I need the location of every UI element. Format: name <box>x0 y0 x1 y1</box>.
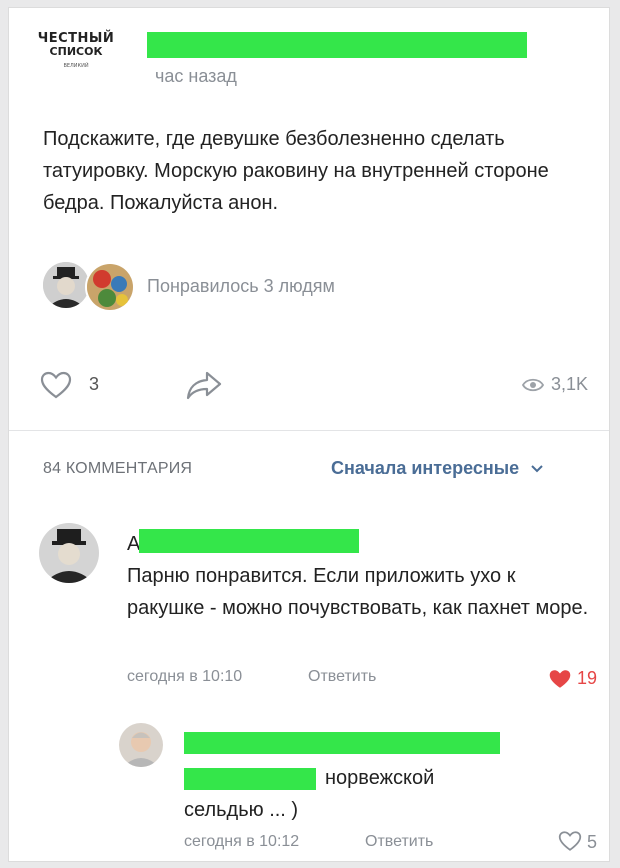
reply-button[interactable]: Ответить <box>308 668 376 686</box>
logo-line1: ЧЕСТНЫЙ <box>37 31 115 46</box>
comment-time[interactable]: сегодня в 10:12 <box>184 833 299 851</box>
sort-label: Сначала интересные <box>331 458 520 478</box>
comment-like-count: 19 <box>577 668 598 688</box>
comment-time[interactable]: сегодня в 10:10 <box>127 668 242 686</box>
chevron-down-icon <box>531 465 543 473</box>
redacted-author-name <box>147 32 527 58</box>
post-time: час назад <box>155 66 237 86</box>
views-count: 3,1K <box>551 374 589 394</box>
liker-avatar-2[interactable] <box>85 262 135 312</box>
colorful-avatar-icon <box>87 264 133 310</box>
liker-avatar-1[interactable] <box>43 262 89 308</box>
comment-text: норвежской <box>325 767 435 789</box>
eye-icon <box>521 376 545 399</box>
logo-line2: СПИСОК <box>49 45 103 58</box>
post-text: Подскажите, где девушке безболезненно сд… <box>43 128 549 214</box>
liked-by-label[interactable]: Понравилось 3 людям <box>147 276 335 297</box>
share-icon <box>186 371 222 400</box>
comment-like-count: 5 <box>587 832 598 852</box>
community-logo[interactable]: ЧЕСТНЫЙ СПИСОК ВЕЛИКИЙ <box>35 32 117 92</box>
like-count: 3 <box>89 374 100 394</box>
person-icon <box>43 262 89 308</box>
post-card: ЧЕСТНЫЙ СПИСОК ВЕЛИКИЙ час назад Подскаж… <box>8 7 610 862</box>
divider <box>9 430 609 431</box>
comment-avatar-1[interactable] <box>39 523 99 583</box>
logo-line3: ВЕЛИКИЙ <box>63 63 89 69</box>
heart-outline-icon <box>40 371 72 399</box>
heart-outline-icon <box>558 831 582 851</box>
comment-text: Парню понравится. Если приложить ухо к р… <box>127 565 589 619</box>
sort-dropdown[interactable]: Сначала интересные <box>331 458 544 479</box>
redacted-author-name <box>139 529 359 553</box>
redacted-text <box>184 768 316 790</box>
heart-filled-icon <box>549 670 571 688</box>
redacted-author-name <box>184 732 500 754</box>
comment-avatar-2[interactable] <box>119 723 163 767</box>
share-button[interactable] <box>185 369 223 406</box>
like-button[interactable] <box>39 370 73 405</box>
comment-like-button[interactable] <box>557 830 583 857</box>
reply-button[interactable]: Ответить <box>365 833 433 851</box>
person-icon <box>119 723 163 767</box>
comment-text-line2: сельдью ... ) <box>184 799 299 821</box>
comments-count: 84 КОММЕНТАРИЯ <box>43 460 193 477</box>
person-icon <box>39 523 99 583</box>
comment-like-button[interactable] <box>547 668 573 695</box>
